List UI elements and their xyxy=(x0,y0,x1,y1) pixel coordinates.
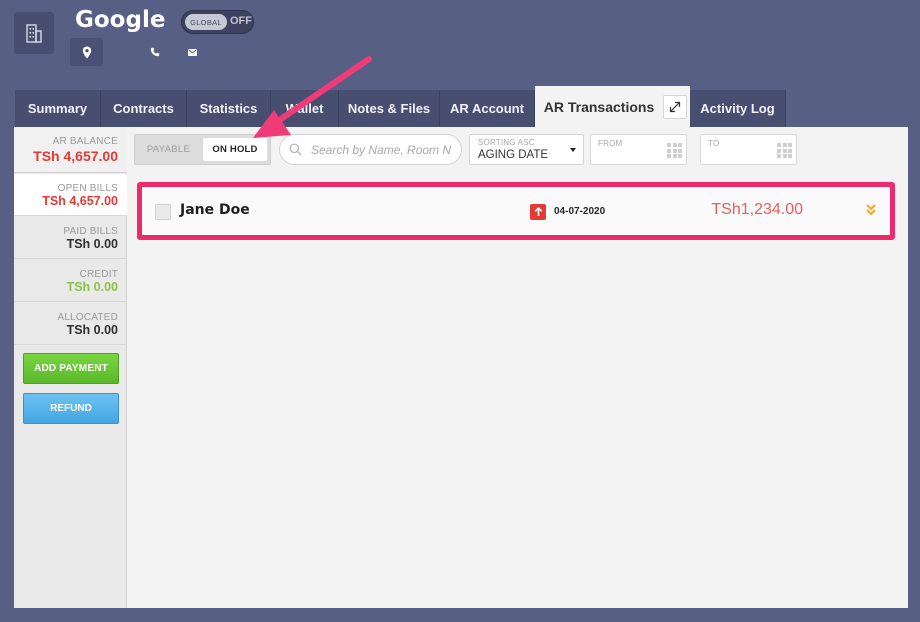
arrow-up-icon xyxy=(530,204,546,220)
tab-summary[interactable]: Summary xyxy=(15,90,101,127)
tab-contracts[interactable]: Contracts xyxy=(101,90,187,127)
payable-option[interactable]: PAYABLE xyxy=(135,135,202,164)
phone-icon[interactable] xyxy=(148,44,162,60)
highlight-frame: Jane Doe 04-07-2020 TSh1,234.00 xyxy=(137,182,895,240)
refund-button[interactable]: REFUND xyxy=(23,393,119,424)
calendar-icon xyxy=(777,143,792,158)
from-date-field[interactable]: FROM xyxy=(590,134,687,165)
tab-label: Activity Log xyxy=(700,101,775,116)
double-chevron-down-icon[interactable] xyxy=(865,203,877,219)
credit-item[interactable]: CREDIT TSh 0.00 xyxy=(14,260,127,302)
search-icon xyxy=(289,143,302,156)
row-checkbox[interactable] xyxy=(155,204,171,220)
ar-balance-summary: AR BALANCE TSh 4,657.00 xyxy=(14,127,127,173)
tab-bar: Summary Contracts Statistics Wallet Note… xyxy=(15,86,786,127)
ar-balance-label: AR BALANCE xyxy=(52,136,118,147)
tab-activity-log[interactable]: Activity Log xyxy=(690,90,786,127)
tab-statistics[interactable]: Statistics xyxy=(187,90,271,127)
paid-bills-value: TSh 0.00 xyxy=(66,237,118,251)
global-toggle-label: GLOBAL xyxy=(185,14,227,30)
add-payment-button[interactable]: ADD PAYMENT xyxy=(23,353,119,384)
allocated-label: ALLOCATED xyxy=(57,312,118,323)
to-date-field[interactable]: TO xyxy=(700,134,797,165)
tab-wallet[interactable]: Wallet xyxy=(271,90,339,127)
transaction-date: 04-07-2020 xyxy=(554,206,606,217)
mail-icon[interactable] xyxy=(185,45,199,59)
open-bills-item[interactable]: OPEN BILLS TSh 4,657.00 xyxy=(14,174,127,216)
caret-down-icon xyxy=(570,148,576,152)
allocated-item[interactable]: ALLOCATED TSh 0.00 xyxy=(14,303,127,345)
allocated-value: TSh 0.00 xyxy=(66,323,118,337)
balance-sidebar: AR BALANCE TSh 4,657.00 OPEN BILLS TSh 4… xyxy=(14,127,127,608)
credit-value: TSh 0.00 xyxy=(66,280,118,294)
open-bills-label: OPEN BILLS xyxy=(57,183,118,194)
tab-label: Summary xyxy=(27,101,88,116)
transaction-row[interactable]: Jane Doe 04-07-2020 TSh1,234.00 xyxy=(142,187,890,235)
global-toggle[interactable]: GLOBAL OFF xyxy=(181,10,254,34)
search-box xyxy=(279,134,462,165)
sorting-dropdown[interactable]: SORTING ASC AGING DATE xyxy=(469,134,584,165)
tab-ar-account[interactable]: AR Account xyxy=(440,90,535,127)
calendar-icon xyxy=(667,143,682,158)
search-input[interactable] xyxy=(311,142,451,157)
tab-label: AR Transactions xyxy=(543,98,655,115)
tab-label: Contracts xyxy=(113,101,174,116)
tab-ar-transactions[interactable]: AR Transactions xyxy=(535,86,690,127)
on-hold-option[interactable]: ON HOLD xyxy=(203,138,267,161)
open-bills-value: TSh 4,657.00 xyxy=(42,194,118,208)
transaction-amount: TSh1,234.00 xyxy=(711,201,803,218)
tab-label: Wallet xyxy=(285,101,324,116)
tab-label: Notes & Files xyxy=(347,101,431,116)
ar-transactions-panel: AR BALANCE TSh 4,657.00 OPEN BILLS TSh 4… xyxy=(14,127,908,608)
customer-name: Jane Doe xyxy=(180,202,250,218)
expand-icon[interactable] xyxy=(663,94,688,119)
company-building-icon xyxy=(14,12,54,54)
global-toggle-state: OFF xyxy=(230,15,252,27)
paid-bills-label: PAID BILLS xyxy=(63,226,118,237)
credit-label: CREDIT xyxy=(79,269,118,280)
tab-notes-files[interactable]: Notes & Files xyxy=(339,90,440,127)
ar-balance-value: TSh 4,657.00 xyxy=(33,148,118,164)
company-name: Google xyxy=(75,7,166,33)
location-pin-icon[interactable] xyxy=(70,38,103,66)
payable-onhold-switch: PAYABLE ON HOLD xyxy=(134,134,271,165)
sorting-value: AGING DATE xyxy=(478,149,549,161)
tab-label: AR Account xyxy=(450,101,524,116)
sorting-label: SORTING ASC xyxy=(478,138,535,147)
paid-bills-item[interactable]: PAID BILLS TSh 0.00 xyxy=(14,217,127,259)
tab-label: Statistics xyxy=(199,101,258,116)
